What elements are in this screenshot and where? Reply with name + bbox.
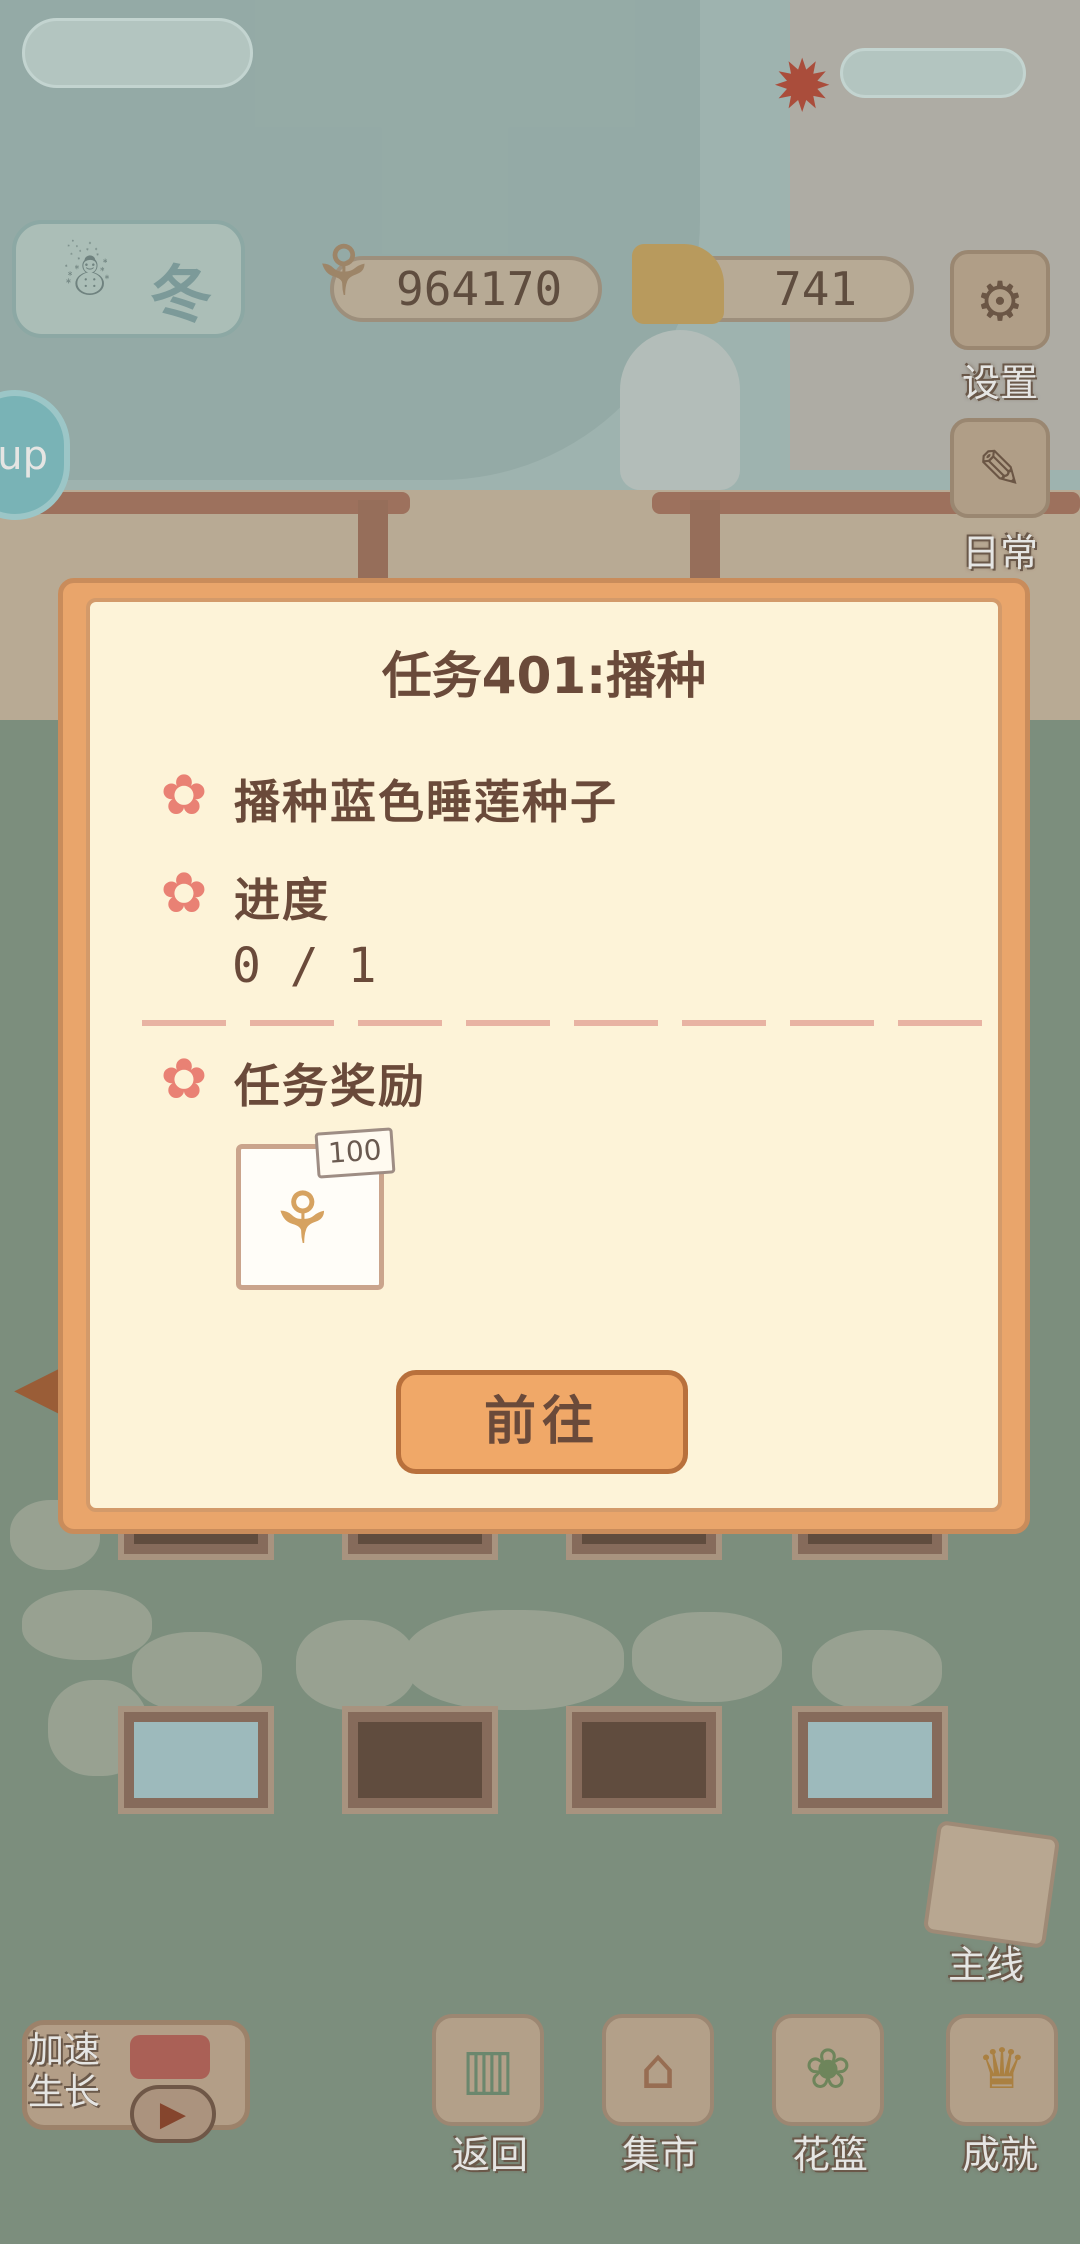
flower-icon: ✿	[160, 861, 208, 926]
flower-icon: ✿	[160, 763, 208, 828]
divider	[142, 1020, 982, 1026]
progress-value: 0 / 1	[232, 938, 377, 994]
reward-label: 任务奖励	[234, 1059, 426, 1113]
fish-bone-icon: ⚘	[270, 1176, 335, 1260]
progress-label: 进度	[234, 873, 330, 927]
go-button[interactable]: 前往	[396, 1370, 688, 1474]
reward-amount: 100	[314, 1127, 396, 1179]
task-description: 播种蓝色睡莲种子	[234, 775, 618, 829]
dialog-title: 任务401:播种	[381, 647, 707, 705]
flower-icon: ✿	[160, 1047, 208, 1112]
